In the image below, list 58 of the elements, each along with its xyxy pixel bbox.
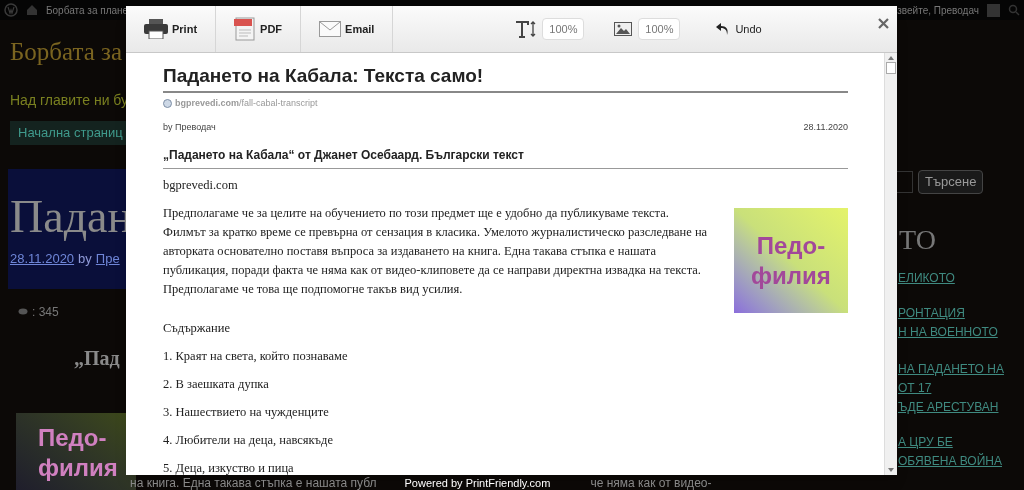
graphic-text: Педо-филия [38, 422, 118, 483]
contents-item: 3. Нашествието на чужденците [163, 404, 330, 421]
sidebar-link[interactable]: РОНТАЦИЯ [898, 305, 1024, 322]
undo-button[interactable]: Undo [716, 6, 762, 52]
search-button[interactable]: Търсене [918, 170, 984, 194]
site-line: bgprevedi.com [163, 177, 239, 194]
close-button[interactable] [878, 18, 889, 29]
post-title: Падан [10, 189, 126, 244]
text-size-field[interactable]: 100% [542, 18, 585, 40]
post-author-link[interactable]: Пре [95, 248, 120, 269]
toolbar-print-button[interactable]: Print [126, 6, 217, 52]
powered-by-link[interactable]: Powered by PrintFriendly.com [404, 474, 551, 490]
contents-item: 5. Деца, изкуство и пица [163, 460, 295, 475]
source-url[interactable]: bgprevedi.com/fall-cabal-transcript [175, 97, 318, 111]
sidebar-link[interactable]: Н НА ВОЕННОТО [898, 324, 1024, 341]
sidebar-link[interactable]: А ЦРУ БЕ [898, 434, 1024, 451]
background-text: че няма как от видео- [590, 475, 712, 490]
post-by-label: by [78, 249, 92, 268]
sidebar-link[interactable]: ОТ 17 [898, 380, 1024, 397]
sidebar-heading: ТО [899, 224, 937, 256]
contents-heading: Съдържание [163, 320, 231, 337]
sidebar-link[interactable]: ЪДЕ АРЕСТУВАН [898, 399, 1024, 416]
contents-item: 4. Любители на деца, навсякъде [163, 432, 334, 449]
avatar-icon[interactable] [987, 3, 1000, 17]
sidebar-link[interactable]: ОБЯВЕНА ВОЙНА [898, 453, 1024, 470]
image-size-field[interactable]: 100% [638, 18, 681, 40]
home-icon[interactable] [26, 4, 38, 16]
envelope-icon [319, 21, 342, 37]
graphic-text: Педо-филия [751, 230, 831, 291]
article-title: Падането на Кабала: Текста само! [163, 64, 485, 88]
scroll-up-arrow-icon[interactable] [888, 56, 894, 60]
printer-icon [144, 19, 168, 39]
article-subtitle: „Падането на Кабала“ от Джанет Осебаард. Български текст [163, 147, 525, 164]
post-quote: „Пад [74, 345, 121, 371]
post-date-link[interactable]: 28.11.2020 [10, 248, 75, 269]
byline: by Преводач [163, 120, 216, 134]
sidebar-link[interactable]: ЕЛИКОТО [898, 270, 1024, 287]
contents-item: 1. Краят на света, който познаваме [163, 348, 349, 365]
intro-paragraph: Предполагаме че за целите на обучението по този предмет ще е удобно да публикуваме текста. Филмът за кратко време се превърна от сензация в класика. Умелото журналистическо разследване на авторката основателно поставя въпроса за издаването на книга. Една такава стъпка е нашата публикация, поради факта че няма как от видео-клиповете да се направи директна извадка на текста. Предполагаме че това ще подпомогне такъв вид усилия. [163, 205, 709, 298]
site-title: Борбата за [10, 37, 124, 67]
article-date: 28.11.2020 [803, 120, 848, 134]
eye-icon [18, 308, 28, 315]
image-icon [614, 22, 633, 36]
pdf-document-icon [234, 17, 257, 41]
background-text: на книга. Една такава стъпка е нашата публ [130, 475, 377, 490]
scroll-down-arrow-icon[interactable] [888, 468, 894, 472]
scrollbar-thumb[interactable] [886, 62, 896, 74]
toolbar-pdf-button[interactable]: PDF [216, 6, 302, 52]
search-icon[interactable] [1008, 4, 1020, 16]
view-count: : 345 [32, 303, 59, 321]
globe-icon [163, 99, 172, 109]
scrollbar[interactable] [884, 53, 897, 475]
toolbar-email-button[interactable]: Email [301, 6, 394, 52]
text-size-icon [515, 20, 538, 38]
admin-bar-greeting[interactable]: звейте, Преводач [897, 2, 979, 18]
sidebar-link[interactable]: НА ПАДАНЕТО НА [898, 361, 1024, 378]
contents-item: 2. В заешката дупка [163, 376, 270, 393]
wordpress-logo-icon[interactable] [4, 3, 18, 17]
